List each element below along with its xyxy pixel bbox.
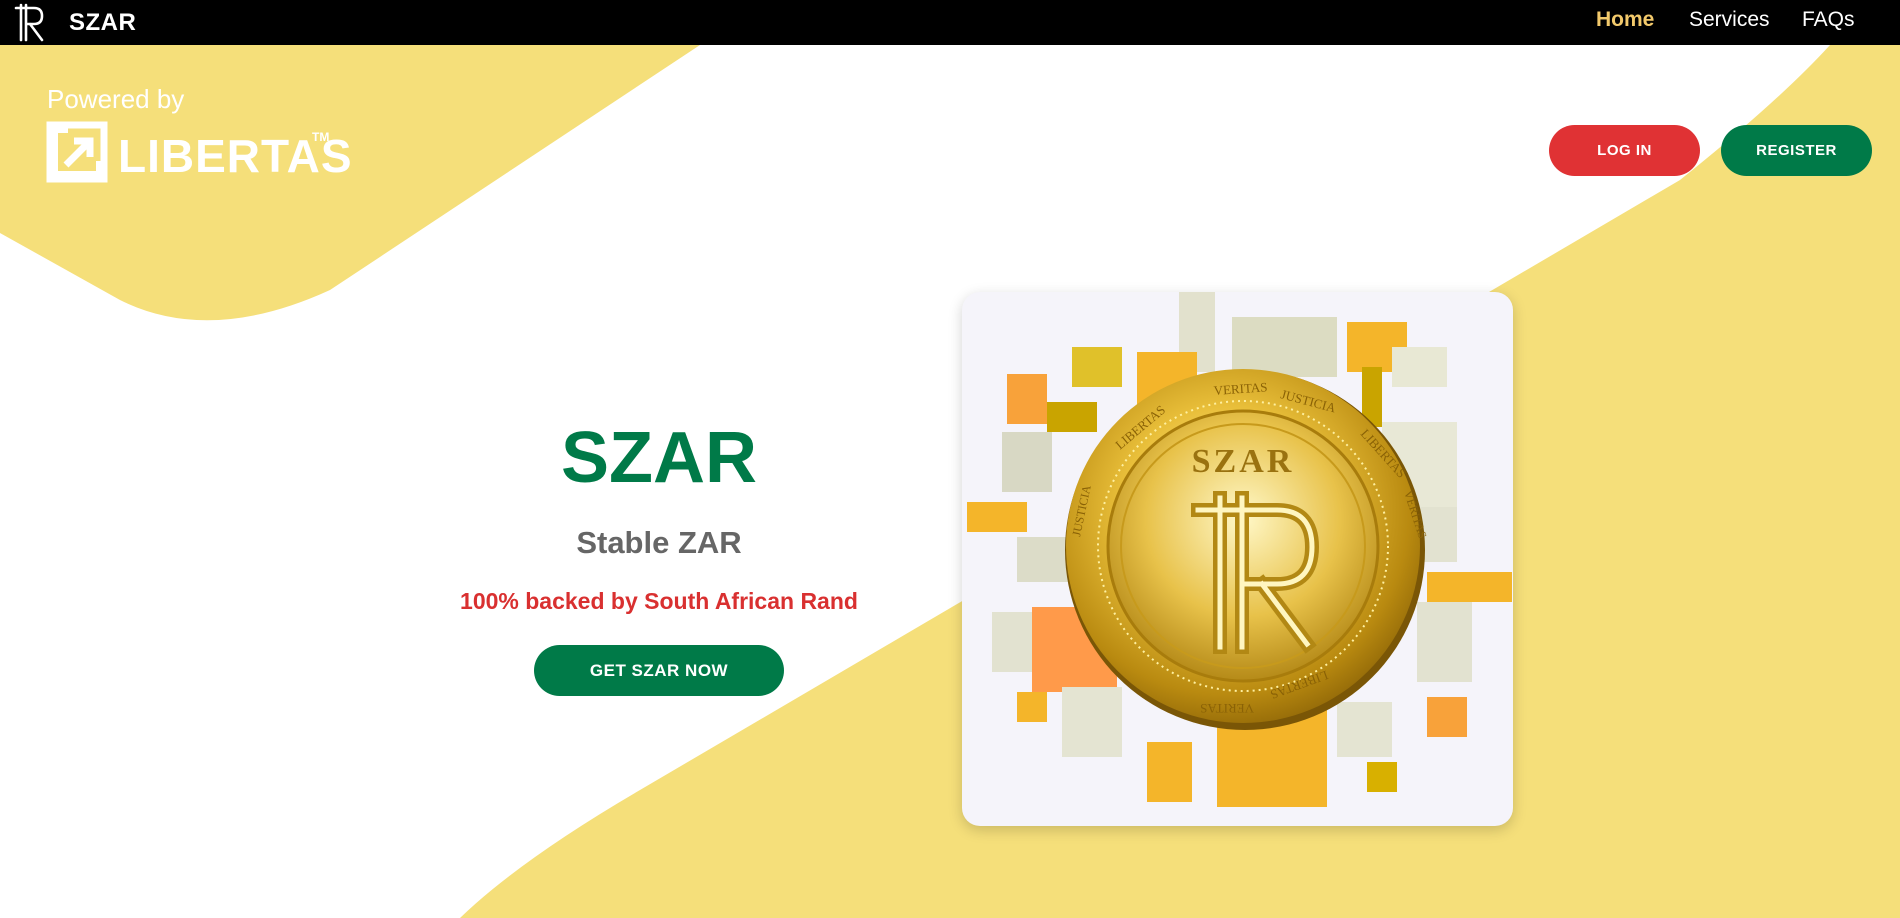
get-szar-now-button[interactable]: GET SZAR NOW (534, 645, 784, 696)
nav-faqs[interactable]: FAQs (1802, 8, 1855, 32)
libertas-trademark: TM (312, 130, 330, 144)
coin-center-text: SZAR (1192, 443, 1295, 480)
rand-symbol-icon[interactable] (14, 2, 46, 42)
login-button[interactable]: LOG IN (1549, 125, 1700, 176)
coin-ring-word: VERITAS (1200, 701, 1254, 716)
nav-services[interactable]: Services (1689, 8, 1770, 32)
arrow-box-icon[interactable] (46, 121, 108, 183)
hero-tagline: 100% backed by South African Rand (460, 588, 858, 614)
powered-by-label: Powered by (47, 84, 185, 114)
coin-illustration-card: VERITAS JUSTICIA LIBERTAS VERITAS LIBERT… (962, 292, 1513, 826)
top-navigation-bar: SZAR Home Services FAQs (0, 0, 1900, 45)
page: SZAR Home Services FAQs Powered by LIBER… (0, 0, 1900, 918)
nav-home[interactable]: Home (1596, 8, 1654, 32)
hero-title: SZAR (561, 418, 757, 498)
brand-name[interactable]: SZAR (69, 9, 136, 37)
hero-subtitle: Stable ZAR (576, 525, 742, 560)
gold-coin-illustration: VERITAS JUSTICIA LIBERTAS VERITAS LIBERT… (967, 292, 1512, 807)
register-button[interactable]: REGISTER (1721, 125, 1872, 176)
